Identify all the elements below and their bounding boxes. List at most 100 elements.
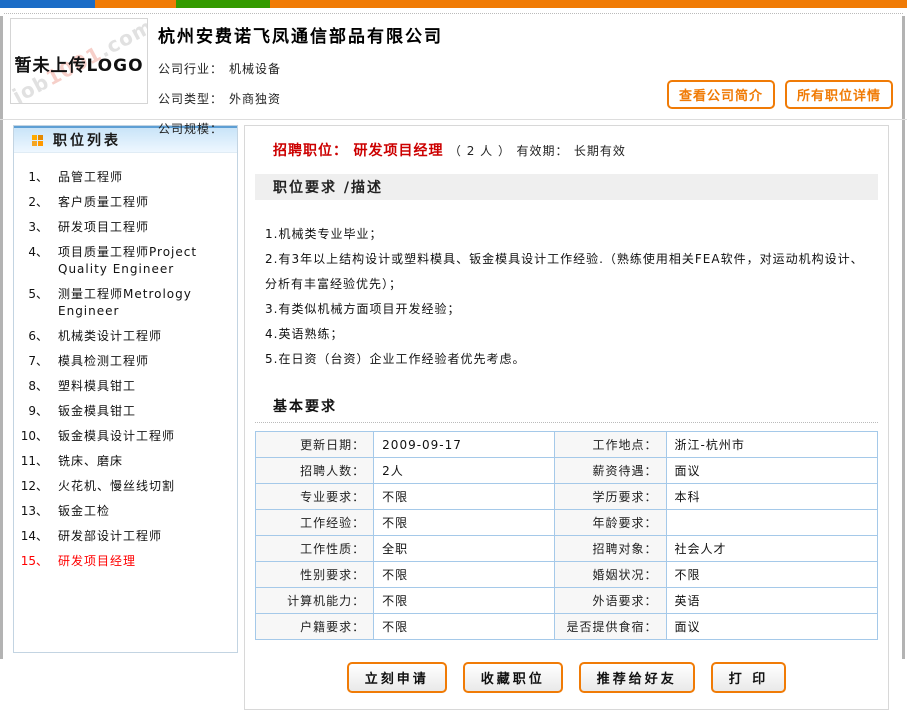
validity-label: 有效期：	[516, 144, 568, 158]
field-value-cell: 社会人才	[666, 536, 878, 562]
job-item-number: 7、	[14, 353, 48, 370]
description-line: 4.英语熟练；	[265, 322, 870, 347]
field-label-cell: 年龄要求：	[554, 510, 666, 536]
sidebar-job-item-5[interactable]: 5、测量工程师Metrology Engineer	[14, 282, 231, 324]
sidebar-job-item-10[interactable]: 10、钣金模具设计工程师	[14, 424, 231, 449]
field-value-cell	[666, 510, 878, 536]
sidebar-job-item-3[interactable]: 3、研发项目工程师	[14, 215, 231, 240]
validity-value: 长期有效	[574, 144, 626, 158]
sidebar-job-item-1[interactable]: 1、品管工程师	[14, 165, 231, 190]
job-item-label: 研发部设计工程师	[58, 528, 231, 545]
sidebar-job-item-11[interactable]: 11、铣床、磨床	[14, 449, 231, 474]
field-label-cell: 计算机能力：	[256, 588, 374, 614]
view-company-profile-button[interactable]: 查看公司简介	[667, 80, 775, 109]
job-item-label: 机械类设计工程师	[58, 328, 231, 345]
field-label-cell: 性别要求：	[256, 562, 374, 588]
company-logo-placeholder: job1001.com 暂未上传LOGO	[10, 18, 148, 104]
job-header: 招聘职位： 研发项目经理 （ 2 人 ） 有效期： 长期有效	[255, 140, 878, 160]
field-value-cell: 不限	[374, 484, 554, 510]
job-headcount: （ 2 人 ）	[449, 144, 511, 158]
job-item-label: 模具检测工程师	[58, 353, 231, 370]
field-value-cell: 2人	[374, 458, 554, 484]
job-item-number: 12、	[14, 478, 48, 495]
job-item-number: 3、	[14, 219, 48, 236]
field-value-cell: 本科	[666, 484, 878, 510]
field-label-cell: 工作经验：	[256, 510, 374, 536]
logo-placeholder-text: 暂未上传LOGO	[11, 51, 147, 76]
job-item-label: 塑料模具钳工	[58, 378, 231, 395]
table-row: 户籍要求：不限是否提供食宿：面议	[256, 614, 878, 640]
job-list-title: 职位列表	[53, 130, 121, 150]
job-title: 研发项目经理	[353, 143, 443, 159]
job-item-label: 钣金模具钳工	[58, 403, 231, 420]
job-item-number: 13、	[14, 503, 48, 520]
sidebar-job-item-15[interactable]: 15、研发项目经理	[14, 549, 231, 574]
job-header-label: 招聘职位：	[273, 143, 348, 159]
job-item-label: 研发项目经理	[58, 553, 231, 570]
description-line: 3.有类似机械方面项目开发经验；	[265, 297, 870, 322]
job-description: 1.机械类专业毕业；2.有3年以上结构设计或塑料模具、钣金模具设计工作经验.（熟…	[255, 200, 878, 382]
topbar-segment-green	[176, 0, 270, 8]
job-item-number: 10、	[14, 428, 48, 445]
description-line: 1.机械类专业毕业；	[265, 222, 870, 247]
job-item-number: 8、	[14, 378, 48, 395]
job-item-label: 测量工程师Metrology Engineer	[58, 286, 231, 320]
job-item-number: 6、	[14, 328, 48, 345]
sidebar-job-item-14[interactable]: 14、研发部设计工程师	[14, 524, 231, 549]
all-positions-button[interactable]: 所有职位详情	[785, 80, 893, 109]
table-row: 工作经验：不限年龄要求：	[256, 510, 878, 536]
print-button[interactable]: 打 印	[711, 662, 787, 693]
job-item-label: 火花机、慢丝线切割	[58, 478, 231, 495]
field-value-cell: 面议	[666, 614, 878, 640]
field-label-cell: 工作地点：	[554, 432, 666, 458]
grid-squares-icon	[32, 135, 43, 146]
basic-requirements-table: 更新日期：2009-09-17工作地点：浙江-杭州市招聘人数：2人薪资待遇：面议…	[255, 431, 878, 640]
table-row: 更新日期：2009-09-17工作地点：浙江-杭州市	[256, 432, 878, 458]
sidebar-job-item-13[interactable]: 13、钣金工检	[14, 499, 231, 524]
field-value-cell: 不限	[374, 588, 554, 614]
topbar-segment-blue	[0, 0, 95, 8]
job-item-number: 11、	[14, 453, 48, 470]
sidebar-job-item-8[interactable]: 8、塑料模具钳工	[14, 374, 231, 399]
job-item-number: 2、	[14, 194, 48, 211]
field-value-cell: 2009-09-17	[374, 432, 554, 458]
field-label-cell: 更新日期：	[256, 432, 374, 458]
table-row: 招聘人数：2人薪资待遇：面议	[256, 458, 878, 484]
company-name: 杭州安费诺飞凤通信部品有限公司	[158, 20, 893, 47]
job-item-label: 客户质量工程师	[58, 194, 231, 211]
table-row: 专业要求：不限学历要求：本科	[256, 484, 878, 510]
sidebar-job-item-12[interactable]: 12、火花机、慢丝线切割	[14, 474, 231, 499]
field-value-cell: 浙江-杭州市	[666, 432, 878, 458]
table-row: 计算机能力：不限外语要求：英语	[256, 588, 878, 614]
job-detail-panel: 招聘职位： 研发项目经理 （ 2 人 ） 有效期： 长期有效 职位要求 /描述 …	[244, 125, 889, 710]
topbar-segment-orange2	[270, 0, 907, 8]
job-list-sidebar: 职位列表 1、品管工程师2、客户质量工程师3、研发项目工程师4、项目质量工程师P…	[13, 125, 238, 653]
company-industry: 公司行业：机械设备	[158, 60, 893, 77]
sidebar-job-item-4[interactable]: 4、项目质量工程师Project Quality Engineer	[14, 240, 231, 282]
company-size: 公司规模：	[158, 120, 893, 137]
field-label-cell: 招聘对象：	[554, 536, 666, 562]
field-label-cell: 招聘人数：	[256, 458, 374, 484]
field-label-cell: 外语要求：	[554, 588, 666, 614]
job-item-label: 钣金工检	[58, 503, 231, 520]
job-item-label: 品管工程师	[58, 169, 231, 186]
sidebar-job-item-9[interactable]: 9、钣金模具钳工	[14, 399, 231, 424]
field-value-cell: 英语	[666, 588, 878, 614]
sidebar-job-item-7[interactable]: 7、模具检测工程师	[14, 349, 231, 374]
company-header: job1001.com 暂未上传LOGO 杭州安费诺飞凤通信部品有限公司 公司行…	[0, 14, 907, 120]
recommend-friend-button[interactable]: 推荐给好友	[579, 662, 695, 693]
basic-requirements-header: 基本要求	[255, 382, 878, 423]
apply-now-button[interactable]: 立刻申请	[347, 662, 447, 693]
field-label-cell: 专业要求：	[256, 484, 374, 510]
field-label-cell: 学历要求：	[554, 484, 666, 510]
job-item-number: 14、	[14, 528, 48, 545]
field-label-cell: 户籍要求：	[256, 614, 374, 640]
field-value-cell: 不限	[374, 562, 554, 588]
sidebar-job-item-6[interactable]: 6、机械类设计工程师	[14, 324, 231, 349]
field-label-cell: 工作性质：	[256, 536, 374, 562]
field-label-cell: 薪资待遇：	[554, 458, 666, 484]
job-item-label: 项目质量工程师Project Quality Engineer	[58, 244, 231, 278]
favorite-job-button[interactable]: 收藏职位	[463, 662, 563, 693]
sidebar-job-item-2[interactable]: 2、客户质量工程师	[14, 190, 231, 215]
job-item-label: 研发项目工程师	[58, 219, 231, 236]
